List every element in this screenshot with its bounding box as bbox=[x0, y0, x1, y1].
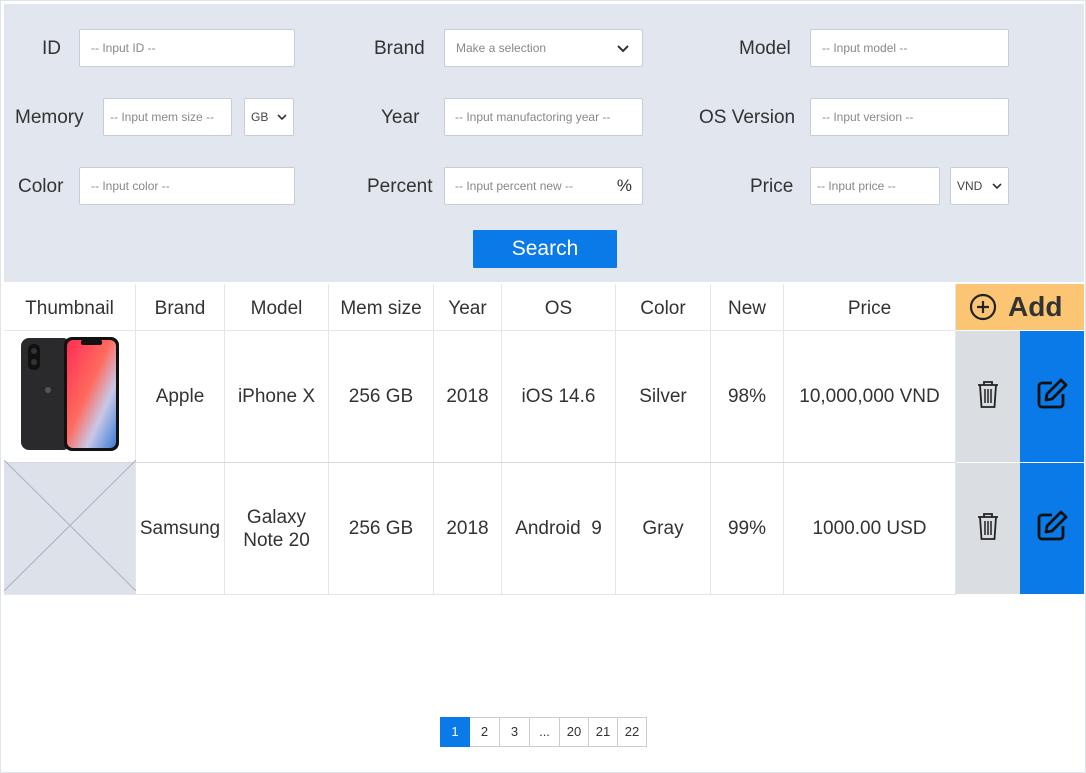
memory-input[interactable]: -- Input mem size -- bbox=[103, 98, 232, 136]
percent-input-placeholder: -- Input percent new -- bbox=[455, 179, 574, 193]
currency-select[interactable]: VND bbox=[950, 167, 1009, 205]
page-button[interactable]: 3 bbox=[499, 717, 530, 747]
new-cell: 98% bbox=[711, 331, 784, 462]
id-input[interactable]: -- Input ID -- bbox=[79, 29, 295, 67]
chevron-down-icon bbox=[992, 169, 1002, 217]
year-label: Year bbox=[381, 107, 420, 128]
percent-input[interactable]: -- Input percent new -- % bbox=[444, 167, 643, 205]
header-model: Model bbox=[225, 284, 329, 330]
page-ellipsis: ... bbox=[529, 717, 560, 747]
os-cell: iOS 14.6 bbox=[502, 331, 616, 462]
color-cell: Silver bbox=[616, 331, 711, 462]
thumbnail-placeholder bbox=[3, 459, 136, 597]
delete-button[interactable] bbox=[956, 331, 1020, 462]
edit-button[interactable] bbox=[1020, 463, 1084, 594]
chevron-down-icon bbox=[277, 100, 287, 148]
search-button[interactable]: Search bbox=[473, 230, 617, 268]
header-price: Price bbox=[784, 284, 956, 330]
price-label: Price bbox=[750, 176, 794, 197]
divider bbox=[4, 594, 956, 595]
brand-select[interactable]: Make a selection bbox=[444, 29, 643, 67]
price-cell: 1000.00 USD bbox=[784, 463, 956, 594]
page-button[interactable]: 21 bbox=[588, 717, 618, 747]
model-cell: iPhone X bbox=[225, 331, 329, 462]
price-cell: 10,000,000 VND bbox=[784, 331, 956, 462]
brand-cell: Samsung bbox=[136, 463, 225, 594]
header-mem-size: Mem size bbox=[329, 284, 434, 330]
app-frame: ID -- Input ID -- Brand Make a selection… bbox=[0, 0, 1086, 773]
trash-icon bbox=[975, 379, 1001, 414]
edit-icon bbox=[1035, 509, 1069, 548]
plus-circle-icon bbox=[968, 292, 998, 322]
edit-button[interactable] bbox=[1020, 331, 1084, 462]
header-brand: Brand bbox=[136, 284, 225, 330]
model-label: Model bbox=[739, 38, 791, 59]
header-new: New bbox=[711, 284, 784, 330]
image-placeholder-icon bbox=[3, 459, 136, 597]
percent-label: Percent bbox=[367, 176, 433, 197]
memory-unit-select[interactable]: GB bbox=[244, 98, 294, 136]
brand-cell: Apple bbox=[136, 331, 225, 462]
year-cell: 2018 bbox=[434, 463, 502, 594]
trash-icon bbox=[975, 511, 1001, 546]
brand-label: Brand bbox=[374, 38, 425, 59]
pagination: 1 2 3 ... 20 21 22 bbox=[440, 717, 647, 747]
page-button[interactable]: 2 bbox=[469, 717, 500, 747]
year-input[interactable]: -- Input manufactoring year -- bbox=[444, 98, 643, 136]
color-cell: Gray bbox=[616, 463, 711, 594]
brand-select-value: Make a selection bbox=[456, 41, 547, 55]
id-label: ID bbox=[42, 38, 61, 59]
header-os: OS bbox=[502, 284, 616, 330]
edit-icon bbox=[1035, 377, 1069, 416]
percent-suffix: % bbox=[616, 176, 632, 195]
add-button[interactable]: Add bbox=[956, 284, 1084, 330]
header-color: Color bbox=[616, 284, 711, 330]
mem-cell: 256 GB bbox=[329, 463, 434, 594]
memory-unit-value: GB bbox=[251, 110, 269, 124]
add-label: Add bbox=[1008, 291, 1063, 322]
price-input[interactable]: -- Input price -- bbox=[810, 167, 940, 205]
color-label: Color bbox=[18, 176, 64, 197]
header-thumbnail: Thumbnail bbox=[4, 284, 136, 330]
memory-label: Memory bbox=[15, 107, 84, 128]
model-cell: Galaxy Note 20 bbox=[225, 463, 329, 594]
page-button[interactable]: 20 bbox=[559, 717, 589, 747]
mem-cell: 256 GB bbox=[329, 331, 434, 462]
header-year: Year bbox=[434, 284, 502, 330]
phone-thumbnail bbox=[20, 336, 120, 458]
os-version-label: OS Version bbox=[699, 107, 796, 128]
chevron-down-icon bbox=[616, 31, 630, 79]
os-cell: Android 9 bbox=[502, 463, 616, 594]
page-button[interactable]: 22 bbox=[617, 717, 647, 747]
currency-value: VND bbox=[957, 179, 983, 193]
delete-button[interactable] bbox=[956, 463, 1020, 594]
year-cell: 2018 bbox=[434, 331, 502, 462]
thumbnail-cell bbox=[4, 331, 136, 462]
new-cell: 99% bbox=[711, 463, 784, 594]
page-button[interactable]: 1 bbox=[440, 717, 470, 747]
color-input[interactable]: -- Input color -- bbox=[79, 167, 295, 205]
os-version-input[interactable]: -- Input version -- bbox=[810, 98, 1009, 136]
model-input[interactable]: -- Input model -- bbox=[810, 29, 1009, 67]
